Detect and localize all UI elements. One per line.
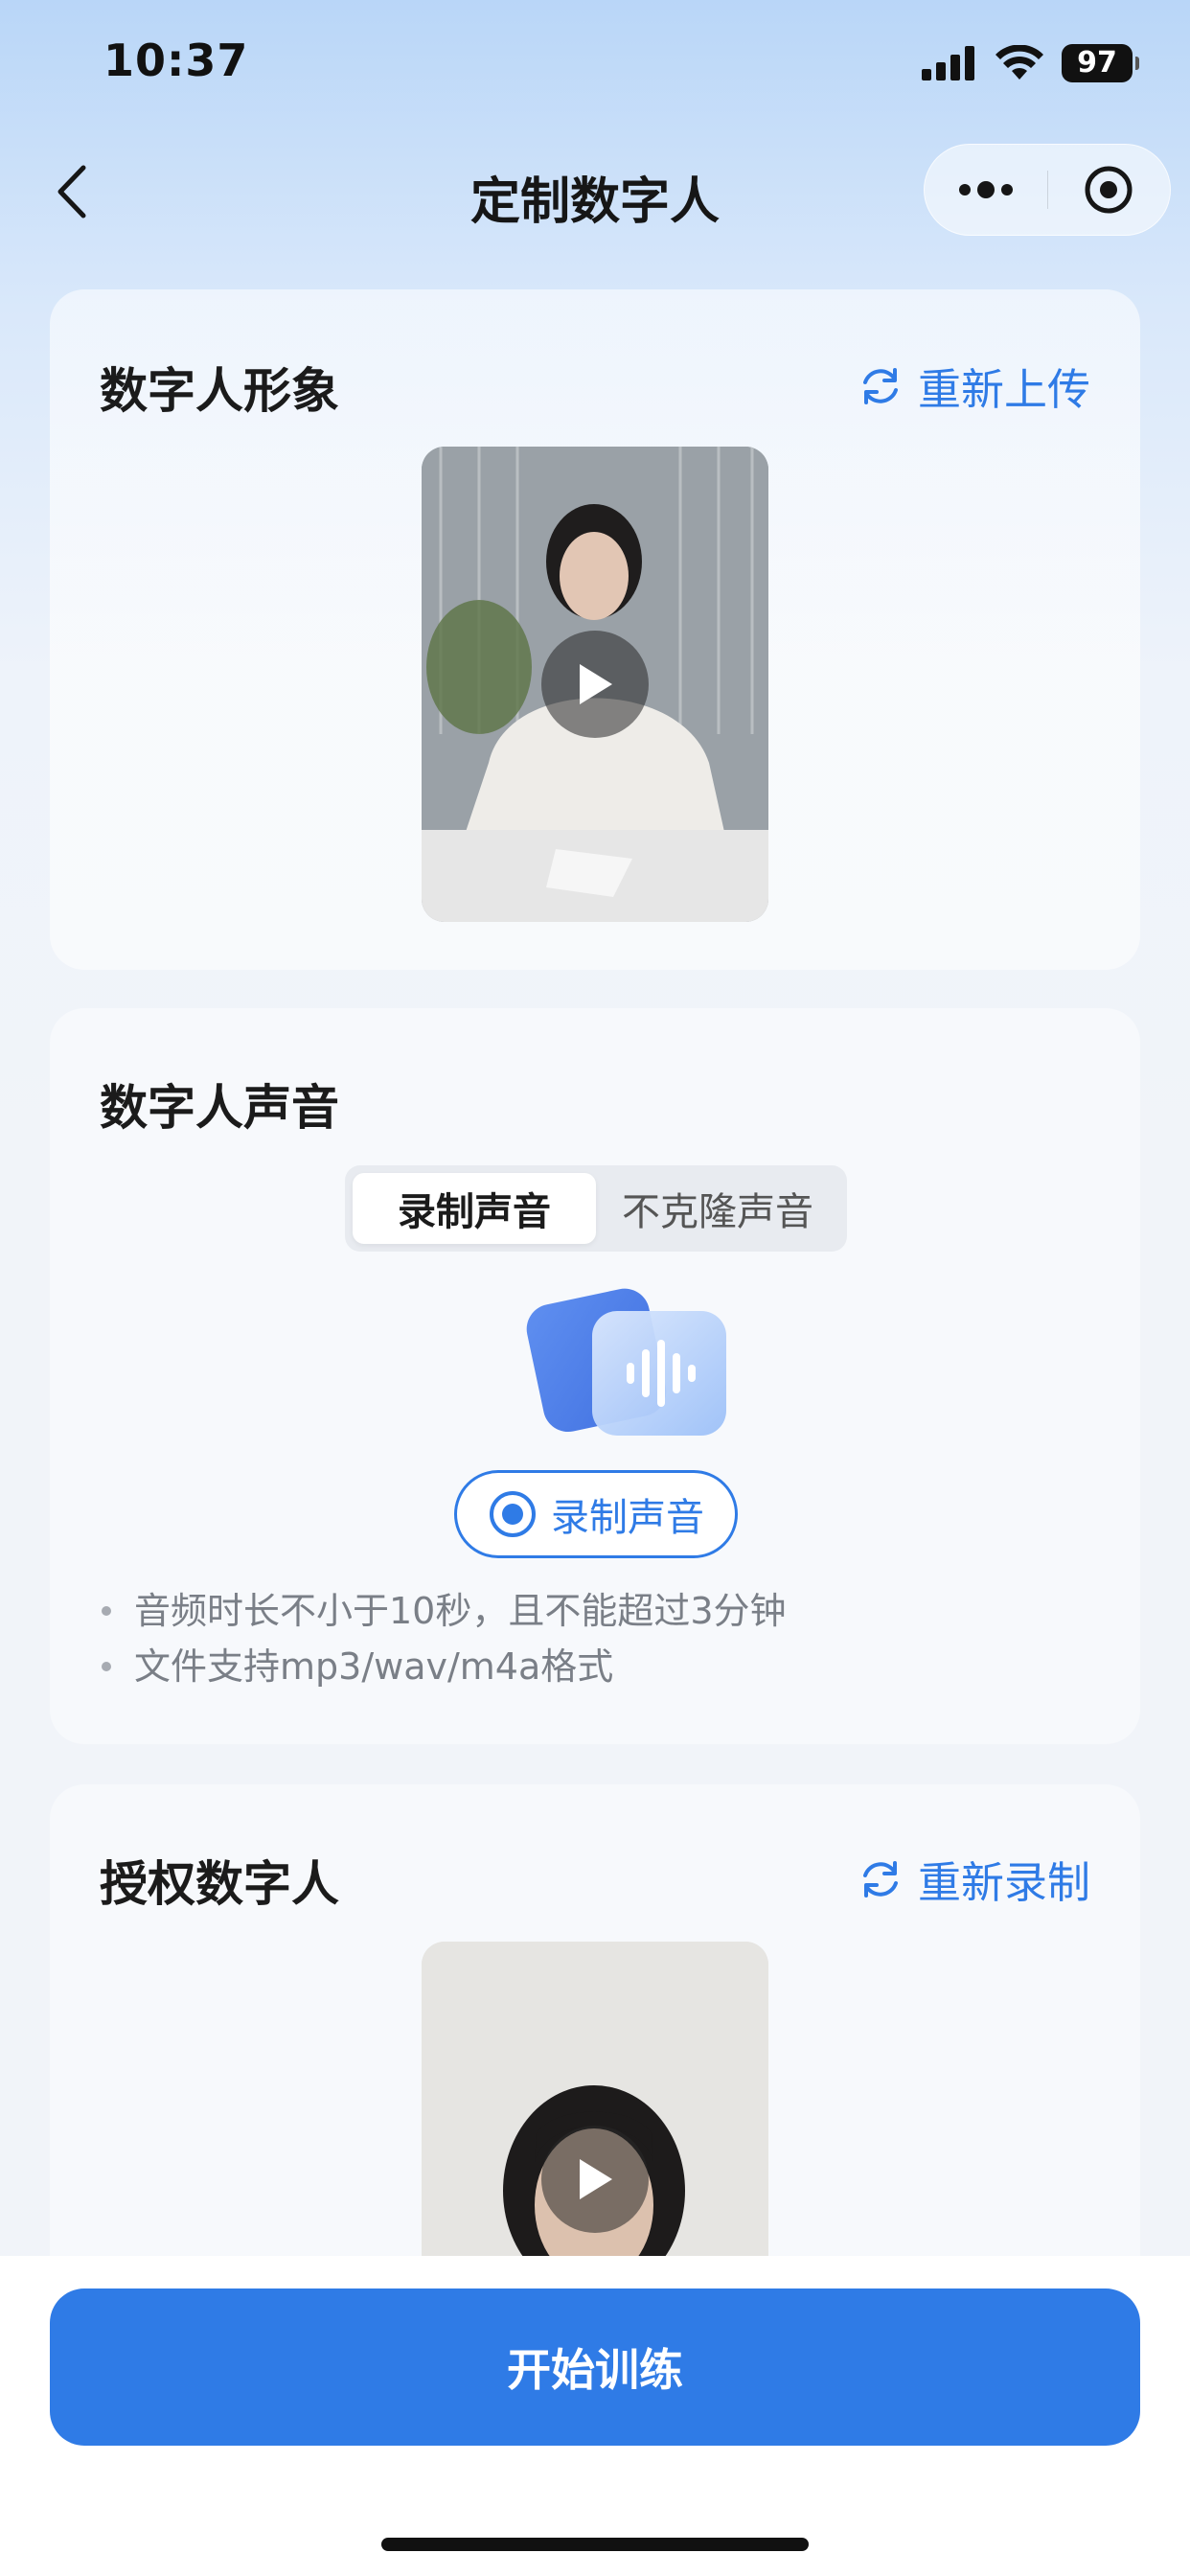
hint-duration: 音频时长不小于10秒，且不能超过3分钟	[96, 1583, 787, 1639]
play-button[interactable]	[541, 2126, 649, 2233]
voice-section-title: 数字人声音	[100, 1080, 339, 1136]
play-button[interactable]	[541, 631, 649, 738]
rerecord-label: 重新录制	[917, 1857, 1090, 1908]
bottom-bar: 开始训练	[0, 2256, 1190, 2576]
waveform-icon	[526, 1288, 726, 1436]
nav-bar: 定制数字人	[0, 134, 1190, 249]
rerecord-button[interactable]: 重新录制	[858, 1848, 1090, 1910]
page: 10:37 97 定制数字人 数字人形象 重新上传 数字人声音 录制声音 不克隆…	[0, 0, 1190, 2576]
mini-program-capsule	[924, 144, 1171, 236]
record-voice-label: 录制声音	[551, 1496, 704, 1540]
reupload-label: 重新上传	[917, 364, 1090, 415]
battery-icon: 97	[1062, 44, 1139, 82]
record-dot-icon	[490, 1491, 536, 1537]
wifi-icon	[995, 45, 1043, 80]
refresh-icon	[862, 1860, 898, 1898]
hint-format: 文件支持mp3/wav/m4a格式	[96, 1639, 787, 1694]
record-voice-button[interactable]: 录制声音	[454, 1470, 738, 1558]
image-section-title: 数字人形象	[100, 363, 339, 419]
reupload-button[interactable]: 重新上传	[858, 355, 1090, 417]
target-close-icon[interactable]	[1048, 144, 1171, 236]
more-dots-icon[interactable]	[925, 144, 1047, 236]
auth-video-thumbnail[interactable]	[422, 1942, 768, 2267]
status-time: 10:37	[103, 34, 249, 86]
home-indicator	[381, 2538, 809, 2551]
play-icon	[580, 664, 612, 704]
refresh-icon	[862, 367, 898, 404]
voice-hints: 音频时长不小于10秒，且不能超过3分钟 文件支持mp3/wav/m4a格式	[96, 1583, 787, 1694]
signal-icon	[922, 46, 974, 80]
play-icon	[580, 2159, 612, 2199]
auth-section-title: 授权数字人	[100, 1856, 339, 1912]
tab-no-clone-voice[interactable]: 不克隆声音	[596, 1173, 839, 1244]
avatar-video-thumbnail[interactable]	[422, 447, 768, 922]
voice-card: 数字人声音 录制声音 不克隆声音 录制声音 音频时长不小于10秒，且不能超过3分…	[50, 1008, 1140, 1744]
image-card: 数字人形象 重新上传	[50, 289, 1140, 970]
status-icons: 97	[922, 44, 1139, 82]
tab-record-voice[interactable]: 录制声音	[353, 1173, 596, 1244]
start-training-button[interactable]: 开始训练	[50, 2288, 1140, 2446]
voice-mode-toggle: 录制声音 不克隆声音	[345, 1165, 847, 1252]
status-bar: 10:37 97	[0, 0, 1190, 134]
